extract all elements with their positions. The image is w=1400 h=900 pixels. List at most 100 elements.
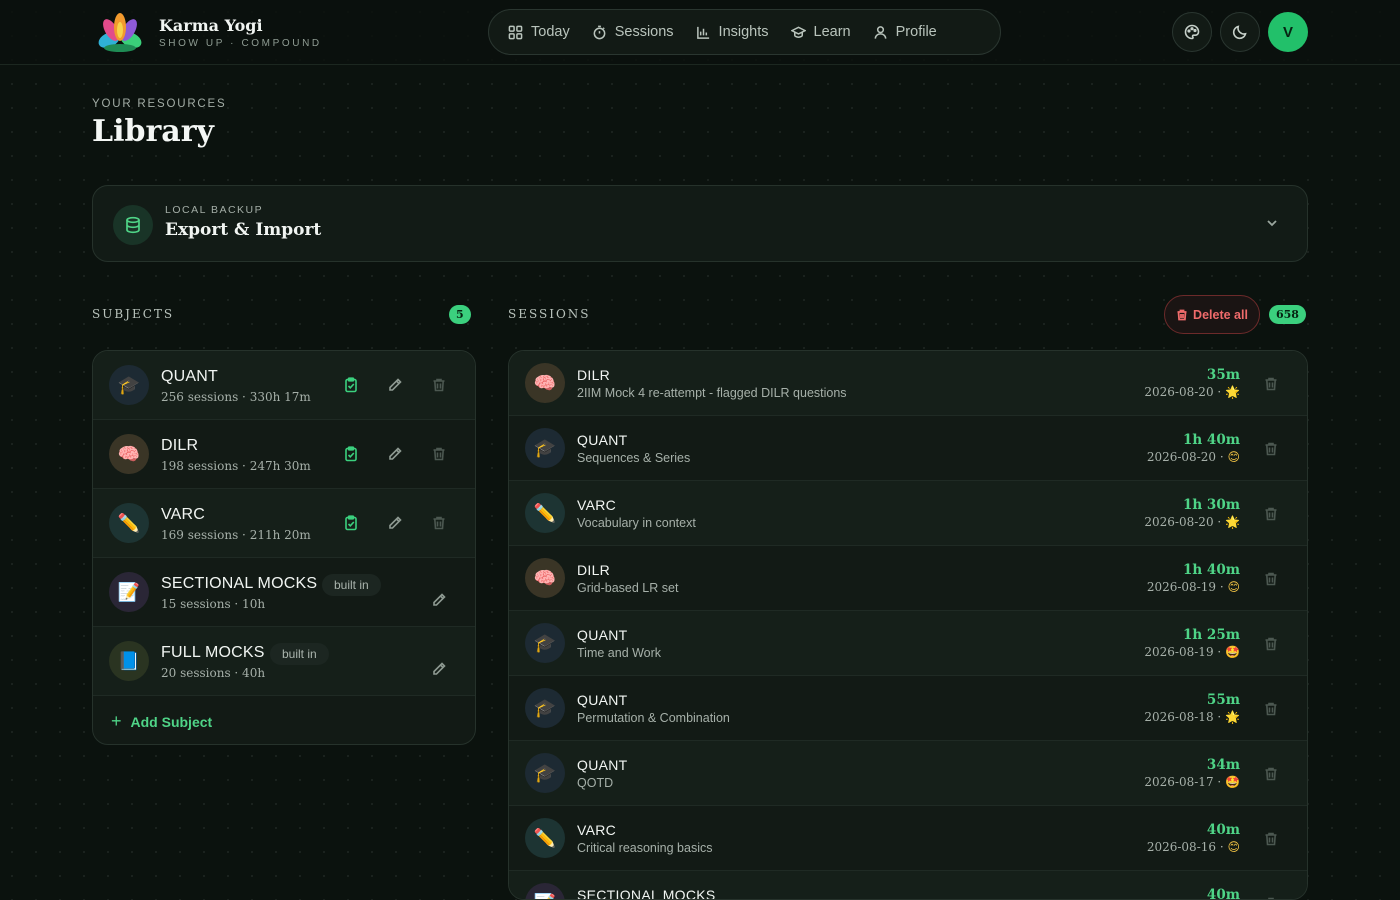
trash-icon[interactable] <box>1263 571 1279 587</box>
graduation-cap-icon <box>790 26 806 38</box>
edit-pencil-icon[interactable] <box>387 515 403 531</box>
brand[interactable]: Karma Yogi SHOW UP · COMPOUND <box>95 10 322 56</box>
session-subject-emoji-icon: 📝 <box>525 883 565 899</box>
subject-row[interactable]: 🎓 QUANT 256 sessions · 330h 17m <box>93 351 475 420</box>
subject-row[interactable]: ✏️ VARC 169 sessions · 211h 20m <box>93 489 475 558</box>
delete-all-button[interactable]: Delete all <box>1164 295 1260 334</box>
session-subject-emoji-icon: 🎓 <box>525 753 565 793</box>
theme-palette-button[interactable] <box>1172 12 1212 52</box>
edit-pencil-icon[interactable] <box>431 661 447 677</box>
trash-icon[interactable] <box>1263 896 1279 900</box>
session-subject: SECTIONAL MOCKS <box>577 887 716 900</box>
subjects-count-badge: 5 <box>449 305 471 324</box>
session-duration: 40m <box>1206 822 1240 838</box>
session-row[interactable]: 🎓 QUANT Permutation & Combination 55m 2026-0… <box>509 676 1307 741</box>
trash-icon[interactable] <box>1263 636 1279 652</box>
add-subject-button[interactable]: + Add Subject <box>111 711 212 732</box>
session-date: 2026-08-19 · 🤩 <box>1144 645 1240 659</box>
edit-pencil-icon[interactable] <box>431 592 447 608</box>
session-date-text: 2026-08-18 · <box>1144 710 1222 724</box>
session-topic: Sequences & Series <box>577 451 691 465</box>
nav-label: Profile <box>895 24 937 40</box>
clipboard-check-icon[interactable] <box>343 515 359 531</box>
nav-label: Today <box>531 24 570 40</box>
session-row[interactable]: 🎓 QUANT Sequences & Series 1h 40m 2026-08-20… <box>509 416 1307 481</box>
session-date-text: 2026-08-19 · <box>1146 580 1224 594</box>
moon-icon <box>1232 25 1247 40</box>
trash-icon[interactable] <box>1263 766 1279 782</box>
mood-icon: 🌟 <box>1225 710 1240 724</box>
session-subject: QUANT <box>577 757 628 773</box>
session-row[interactable]: 🎓 QUANT QOTD 34m 2026-08-17 · 🤩 <box>509 741 1307 806</box>
session-row[interactable]: ✏️ VARC Critical reasoning basics 40m 2026-0… <box>509 806 1307 871</box>
mood-icon: 🤩 <box>1225 775 1240 789</box>
edit-pencil-icon[interactable] <box>387 377 403 393</box>
session-duration: 1h 40m <box>1183 432 1240 448</box>
trash-icon[interactable] <box>1263 506 1279 522</box>
add-subject-label: Add Subject <box>130 713 213 730</box>
session-row[interactable]: 🎓 QUANT Time and Work 1h 25m 2026-08-19 · 🤩 <box>509 611 1307 676</box>
session-date: 2026-08-16 · 😊 <box>1147 840 1240 854</box>
nav-today[interactable]: Today <box>497 14 581 50</box>
clipboard-check-icon[interactable] <box>343 377 359 393</box>
subject-name: SECTIONAL MOCKS <box>161 575 318 592</box>
chevron-down-icon[interactable] <box>1265 216 1279 230</box>
avatar[interactable]: V <box>1268 12 1308 52</box>
delete-all-label: Delete all <box>1193 307 1248 322</box>
backup-card[interactable]: LOCAL BACKUP Export & Import <box>92 185 1308 262</box>
session-topic: Permutation & Combination <box>577 711 730 725</box>
database-icon <box>113 205 153 245</box>
session-subject: DILR <box>577 367 611 383</box>
trash-icon[interactable] <box>431 446 447 462</box>
session-subject-emoji-icon: 🧠 <box>525 363 565 403</box>
trash-icon[interactable] <box>431 377 447 393</box>
lotus-logo-icon <box>98 13 142 52</box>
sessions-list: 🧠 DILR 2IIM Mock 4 re-attempt - flagged DI… <box>508 350 1308 900</box>
edit-pencil-icon[interactable] <box>387 446 403 462</box>
session-subject: DILR <box>577 562 611 578</box>
trash-icon[interactable] <box>431 515 447 531</box>
session-row[interactable]: 🧠 DILR Grid-based LR set 1h 40m 2026-08-19 ·… <box>509 546 1307 611</box>
subject-emoji-icon: 📝 <box>109 572 149 612</box>
subject-meta: 256 sessions · 330h 17m <box>161 390 311 404</box>
session-subject-emoji-icon: ✏️ <box>525 818 565 858</box>
page-title: Library <box>92 114 214 149</box>
clipboard-check-icon[interactable] <box>343 446 359 462</box>
nav-insights[interactable]: Insights <box>685 14 780 50</box>
trash-icon[interactable] <box>1263 701 1279 717</box>
session-date-text: 2026-08-20 · <box>1144 385 1222 399</box>
page-eyebrow: YOUR RESOURCES <box>92 98 227 110</box>
session-duration: 40m <box>1206 887 1240 900</box>
trash-icon[interactable] <box>1263 831 1279 847</box>
nav-label: Learn <box>813 24 851 40</box>
dark-mode-toggle[interactable] <box>1220 12 1260 52</box>
session-topic: 2IIM Mock 4 re-attempt - flagged DILR qu… <box>577 386 847 400</box>
subject-row[interactable]: 📘 FULL MOCKS 20 sessions · 40h built in <box>93 627 475 696</box>
subject-emoji-icon: 🎓 <box>109 365 149 405</box>
nav-profile[interactable]: Profile <box>862 14 948 50</box>
session-row[interactable]: ✏️ VARC Vocabulary in context 1h 30m 2026-08… <box>509 481 1307 546</box>
nav-learn[interactable]: Learn <box>780 14 862 50</box>
mood-icon: 🌟 <box>1225 385 1240 399</box>
subject-meta: 15 sessions · 10h <box>161 597 266 611</box>
grid-icon <box>508 25 523 39</box>
session-date-text: 2026-08-16 · <box>1146 840 1224 854</box>
trash-icon[interactable] <box>1263 441 1279 457</box>
sessions-count-badge: 658 <box>1269 305 1306 324</box>
session-duration: 1h 30m <box>1183 497 1240 513</box>
nav-sessions[interactable]: Sessions <box>581 14 685 50</box>
palette-icon <box>1184 24 1200 40</box>
subjects-list: 🎓 QUANT 256 sessions · 330h 17m 🧠 DILR 198 se… <box>92 350 476 745</box>
session-row[interactable]: 🧠 DILR 2IIM Mock 4 re-attempt - flagged DI… <box>509 351 1307 416</box>
trash-icon[interactable] <box>1263 376 1279 392</box>
session-topic: Grid-based LR set <box>577 581 679 595</box>
session-subject: QUANT <box>577 432 628 448</box>
session-subject: QUANT <box>577 627 628 643</box>
session-date-text: 2026-08-19 · <box>1144 645 1222 659</box>
session-row[interactable]: 📝 SECTIONAL MOCKS 40m <box>509 871 1307 900</box>
subject-row[interactable]: 📝 SECTIONAL MOCKS 15 sessions · 10h built i… <box>93 558 475 627</box>
session-date-text: 2026-08-20 · <box>1144 515 1222 529</box>
subject-row[interactable]: 🧠 DILR 198 sessions · 247h 30m <box>93 420 475 489</box>
session-date: 2026-08-20 · 😊 <box>1147 450 1240 464</box>
session-duration: 1h 25m <box>1183 627 1240 643</box>
